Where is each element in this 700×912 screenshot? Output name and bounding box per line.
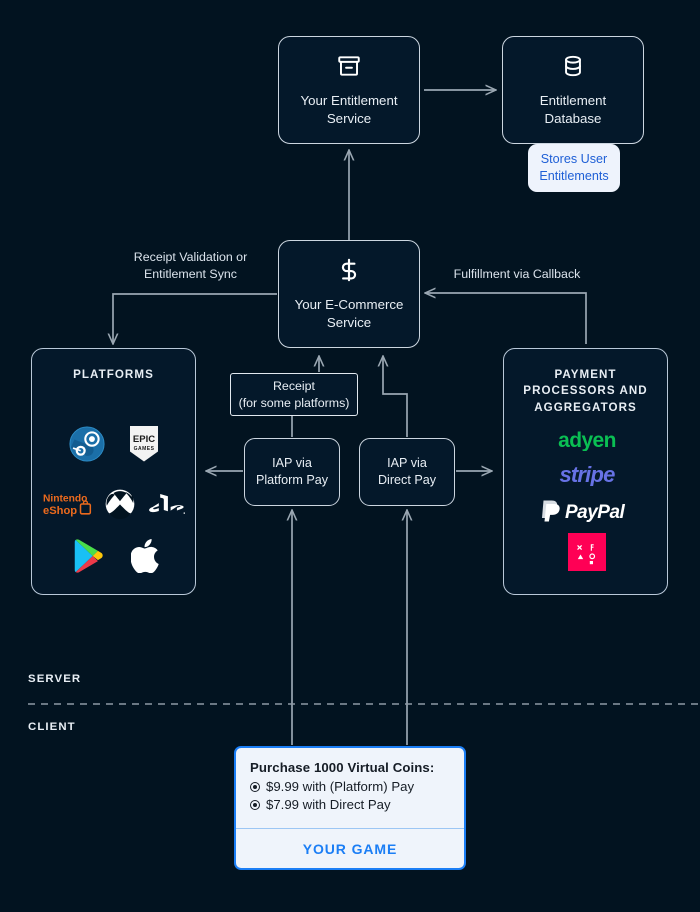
playstation-logo[interactable] xyxy=(147,491,187,522)
node-label: Your E-Commerce Service xyxy=(294,297,404,330)
edge-fulfillment-callback xyxy=(425,293,587,344)
purchase-option-platform-pay[interactable]: $9.99 with (Platform) Pay xyxy=(250,779,450,794)
group-platforms-title: PLATFORMS xyxy=(73,368,154,381)
edge-receipt-validation xyxy=(113,293,277,344)
game-card-footer: YOUR GAME xyxy=(236,828,464,868)
platform-logo-row-2: Nintendo eShop xyxy=(32,489,197,524)
node-label: IAP via Platform Pay xyxy=(255,456,329,487)
radio-icon[interactable] xyxy=(250,799,260,810)
node-iap-platform-pay[interactable]: IAP via Platform Pay xyxy=(244,438,340,506)
svg-text:GAMES: GAMES xyxy=(133,446,154,452)
diagram-canvas: Your Entitlement Service Entitlement Dat… xyxy=(0,0,700,912)
node-entitlement-database[interactable]: Entitlement Database xyxy=(502,36,644,144)
paypal-logo[interactable]: PayPal xyxy=(504,499,669,523)
group-platforms: PLATFORMS EPIC GAMES Nintendo eShop xyxy=(31,348,196,595)
epic-games-logo[interactable]: EPIC GAMES xyxy=(127,425,161,468)
node-label: IAP via Direct Pay xyxy=(377,456,437,487)
purchase-option-direct-pay[interactable]: $7.99 with Direct Pay xyxy=(250,797,450,812)
xbox-logo[interactable] xyxy=(105,489,135,524)
node-iap-direct-pay[interactable]: IAP via Direct Pay xyxy=(359,438,455,506)
node-label: Entitlement Database xyxy=(539,93,607,126)
dollar-sign-icon xyxy=(336,257,362,288)
group-payment-processors: PAYMENT PROCESSORS AND AGGREGATORS adyen… xyxy=(503,348,668,595)
game-card-body: Purchase 1000 Virtual Coins: $9.99 with … xyxy=(236,748,464,828)
xsolla-logo[interactable] xyxy=(504,533,669,571)
group-payment-processors-title: PAYMENT PROCESSORS AND AGGREGATORS xyxy=(523,368,648,414)
edge-label-fulfillment-callback: Fulfillment via Callback xyxy=(453,267,581,281)
edge-directpay-to-ecom xyxy=(383,356,408,437)
radio-icon[interactable] xyxy=(250,781,260,792)
purchase-option-label: $9.99 with (Platform) Pay xyxy=(266,779,415,794)
node-receipt[interactable]: Receipt (for some platforms) xyxy=(230,373,358,416)
archive-box-icon xyxy=(336,53,362,84)
purchase-option-label: $7.99 with Direct Pay xyxy=(266,797,391,812)
platform-logo-row-3 xyxy=(32,538,197,579)
svg-text:Nintendo: Nintendo xyxy=(43,493,87,504)
svg-text:stripe: stripe xyxy=(559,462,615,486)
database-icon xyxy=(560,53,586,84)
google-play-logo[interactable] xyxy=(71,538,105,579)
stripe-logo[interactable]: stripe xyxy=(504,462,669,486)
svg-text:PayPal: PayPal xyxy=(565,502,626,522)
nintendo-eshop-logo[interactable]: Nintendo eShop xyxy=(43,489,93,524)
game-card-title: Purchase 1000 Virtual Coins: xyxy=(250,760,435,775)
svg-text:EPIC: EPIC xyxy=(132,434,154,445)
adyen-logo[interactable]: adyen xyxy=(504,429,669,451)
stores-user-entitlements-badge: Stores User Entitlements xyxy=(528,144,620,192)
node-your-ecommerce-service[interactable]: Your E-Commerce Service xyxy=(278,240,420,348)
node-your-entitlement-service[interactable]: Your Entitlement Service xyxy=(278,36,420,144)
svg-text:eShop: eShop xyxy=(43,505,77,517)
platform-logo-row-1: EPIC GAMES xyxy=(32,425,197,468)
edge-label-receipt-validation: Receipt Validation or Entitlement Sync xyxy=(133,250,248,281)
zone-label-client: CLIENT xyxy=(28,721,76,733)
game-card[interactable]: Purchase 1000 Virtual Coins: $9.99 with … xyxy=(234,746,466,870)
node-label: Your Entitlement Service xyxy=(300,93,398,126)
zone-label-server: SERVER xyxy=(28,673,82,685)
apple-logo[interactable] xyxy=(129,539,159,578)
svg-text:adyen: adyen xyxy=(558,429,616,451)
steam-logo[interactable] xyxy=(68,426,105,467)
